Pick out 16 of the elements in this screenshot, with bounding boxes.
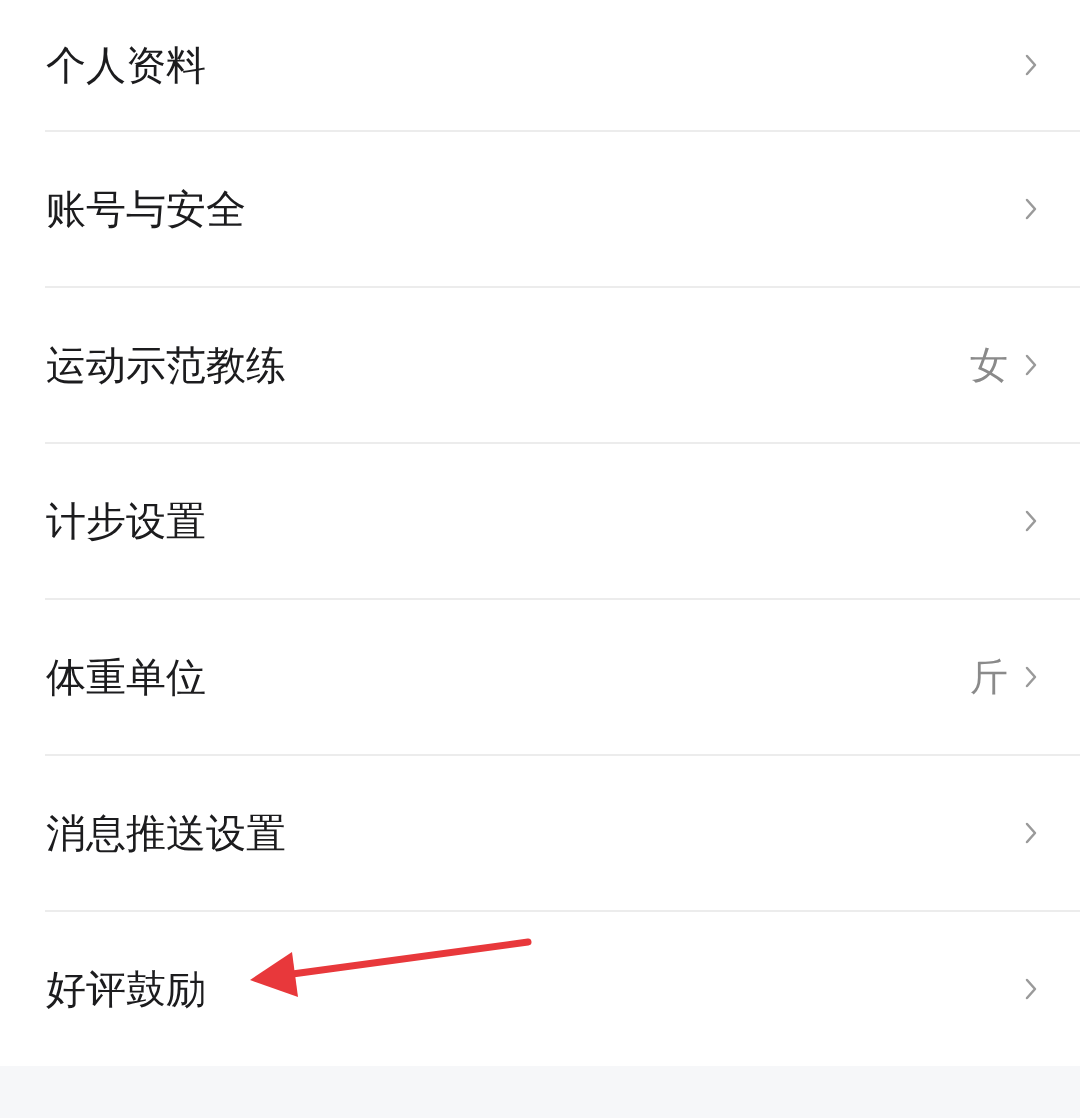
chevron-right-icon[interactable] bbox=[1024, 353, 1038, 377]
chevron-right-icon[interactable] bbox=[1024, 977, 1038, 1001]
chevron-right-icon[interactable] bbox=[1024, 197, 1038, 221]
item-label: 个人资料 bbox=[46, 41, 206, 90]
item-label: 计步设置 bbox=[46, 497, 206, 546]
item-label: 账号与安全 bbox=[46, 185, 246, 234]
item-value: 女 bbox=[970, 341, 1008, 389]
item-label: 运动示范教练 bbox=[46, 341, 286, 390]
chevron-right-icon[interactable] bbox=[1024, 509, 1038, 533]
item-label: 好评鼓励 bbox=[46, 965, 206, 1014]
chevron-right-icon[interactable] bbox=[1024, 53, 1038, 77]
item-value: 斤 bbox=[970, 653, 1008, 701]
item-label: 体重单位 bbox=[46, 653, 206, 702]
chevron-right-icon[interactable] bbox=[1024, 821, 1038, 845]
chevron-right-icon[interactable] bbox=[1024, 665, 1038, 689]
item-label: 消息推送设置 bbox=[46, 809, 286, 858]
